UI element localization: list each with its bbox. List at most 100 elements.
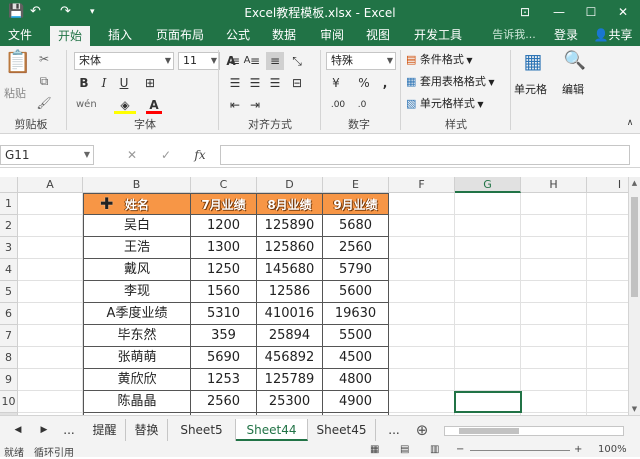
table-cell[interactable]: A季度业绩 — [83, 303, 191, 325]
empty-cell[interactable] — [587, 369, 628, 391]
table-cell[interactable]: 410016 — [257, 303, 323, 325]
row-header[interactable]: 10 — [0, 391, 18, 413]
more-sheets-button[interactable]: ... — [58, 419, 80, 441]
row-header[interactable]: 3 — [0, 237, 18, 259]
sheet-tab-active[interactable]: Sheet44 — [236, 419, 308, 441]
table-cell[interactable]: 1560 — [191, 281, 257, 303]
empty-cell[interactable] — [455, 347, 521, 369]
orientation-icon[interactable]: ⤡ — [288, 52, 306, 70]
empty-cell[interactable] — [521, 303, 587, 325]
empty-cell[interactable] — [389, 347, 455, 369]
table-cell[interactable]: 5680 — [323, 215, 389, 237]
empty-cell[interactable] — [18, 303, 83, 325]
column-header[interactable]: G — [455, 177, 521, 193]
align-middle-icon[interactable]: ≡ — [246, 52, 264, 70]
phonetic-icon[interactable]: wén — [76, 96, 97, 114]
empty-cell[interactable] — [521, 281, 587, 303]
increase-indent-icon[interactable]: ⇥ — [246, 96, 264, 114]
italic-button[interactable]: I — [96, 74, 112, 92]
column-header[interactable]: B — [83, 177, 191, 193]
maximize-button[interactable]: ☐ — [576, 0, 606, 24]
cell-styles-button[interactable]: ▧ 单元格样式 ▼ — [406, 96, 484, 112]
minimize-button[interactable]: — — [544, 0, 574, 24]
undo-icon[interactable]: ↶ — [30, 2, 41, 22]
sheet-tab[interactable]: 提醒 — [84, 419, 126, 441]
vertical-scrollbar[interactable]: ▲ ▼ — [628, 177, 640, 415]
comma-button[interactable]: , — [378, 74, 392, 92]
row-header[interactable]: 9 — [0, 369, 18, 391]
sheet-tab[interactable]: Sheet45 — [308, 419, 376, 441]
table-cell[interactable]: 1200 — [191, 215, 257, 237]
cut-icon[interactable]: ✂ — [36, 50, 52, 68]
table-cell[interactable]: 4500 — [323, 347, 389, 369]
scroll-thumb[interactable] — [631, 197, 638, 297]
fill-color-icon[interactable]: ◈ — [114, 96, 136, 114]
empty-cell[interactable] — [587, 193, 628, 215]
empty-cell[interactable] — [587, 215, 628, 237]
empty-cell[interactable] — [455, 215, 521, 237]
row-header[interactable]: 4 — [0, 259, 18, 281]
empty-cell[interactable] — [587, 347, 628, 369]
table-cell[interactable]: 戴风 — [83, 259, 191, 281]
add-sheet-icon[interactable]: ⊕ — [410, 419, 434, 441]
zoom-slider[interactable] — [470, 450, 570, 451]
table-cell[interactable]: 陈晶晶 — [83, 391, 191, 413]
table-cell[interactable]: 张萌萌 — [83, 347, 191, 369]
empty-cell[interactable] — [587, 281, 628, 303]
paste-icon[interactable]: 📋 — [4, 52, 31, 84]
empty-cell[interactable] — [18, 325, 83, 347]
tell-me-search[interactable]: 告诉我... — [484, 24, 544, 46]
cells-button[interactable]: 单元格 — [514, 82, 547, 98]
table-cell[interactable]: 125890 — [257, 215, 323, 237]
font-color-button[interactable]: A — [146, 96, 162, 114]
merge-icon[interactable]: ⊟ — [288, 74, 306, 92]
empty-cell[interactable] — [389, 281, 455, 303]
empty-cell[interactable] — [18, 391, 83, 413]
align-center-icon[interactable]: ☰ — [246, 74, 264, 92]
qat-more-icon[interactable]: ▾ — [90, 2, 95, 22]
copy-icon[interactable]: ⧉ — [36, 72, 52, 90]
prev-sheet-icon[interactable]: ◀ — [8, 419, 28, 441]
tab-insert[interactable]: 插入 — [100, 24, 140, 46]
empty-cell[interactable] — [18, 193, 83, 215]
column-header[interactable]: A — [18, 177, 83, 193]
cells-icon[interactable]: ▦ — [518, 51, 548, 78]
table-cell[interactable]: 吴白 — [83, 215, 191, 237]
row-header[interactable]: 6 — [0, 303, 18, 325]
empty-cell[interactable] — [18, 215, 83, 237]
normal-view-icon[interactable]: ▦ — [370, 444, 379, 455]
page-break-view-icon[interactable]: ▥ — [430, 444, 439, 455]
scroll-up-icon[interactable]: ▲ — [631, 179, 638, 187]
empty-cell[interactable] — [18, 281, 83, 303]
empty-cell[interactable] — [455, 259, 521, 281]
empty-cell[interactable] — [521, 325, 587, 347]
table-cell[interactable]: 2560 — [323, 237, 389, 259]
tab-page-layout[interactable]: 页面布局 — [150, 24, 210, 46]
empty-cell[interactable] — [521, 215, 587, 237]
row-header[interactable]: 1 — [0, 193, 18, 215]
empty-cell[interactable] — [455, 369, 521, 391]
table-cell[interactable]: 12586 — [257, 281, 323, 303]
editing-button[interactable]: 编辑 — [562, 82, 584, 98]
empty-cell[interactable] — [389, 391, 455, 413]
page-layout-view-icon[interactable]: ▤ — [400, 444, 409, 455]
table-cell[interactable]: 25894 — [257, 325, 323, 347]
table-cell[interactable]: 125860 — [257, 237, 323, 259]
column-header[interactable]: F — [389, 177, 455, 193]
empty-cell[interactable] — [455, 303, 521, 325]
table-cell[interactable]: 1300 — [191, 237, 257, 259]
empty-cell[interactable] — [455, 281, 521, 303]
table-cell[interactable]: 4900 — [323, 391, 389, 413]
ribbon-display-icon[interactable]: ⊡ — [510, 0, 540, 24]
tab-home[interactable]: 开始 — [50, 26, 90, 46]
percent-button[interactable]: % — [356, 74, 372, 92]
align-bottom-icon[interactable]: ≡ — [266, 52, 284, 70]
horizontal-scroll-thumb[interactable] — [459, 428, 519, 434]
login-link[interactable]: 登录 — [546, 24, 586, 46]
table-cell[interactable]: 125789 — [257, 369, 323, 391]
empty-cell[interactable] — [455, 325, 521, 347]
decrease-decimal-icon[interactable]: .0 — [352, 96, 372, 114]
sheet-tab[interactable]: 替换 — [126, 419, 168, 441]
table-cell[interactable]: 4800 — [323, 369, 389, 391]
empty-cell[interactable] — [389, 325, 455, 347]
